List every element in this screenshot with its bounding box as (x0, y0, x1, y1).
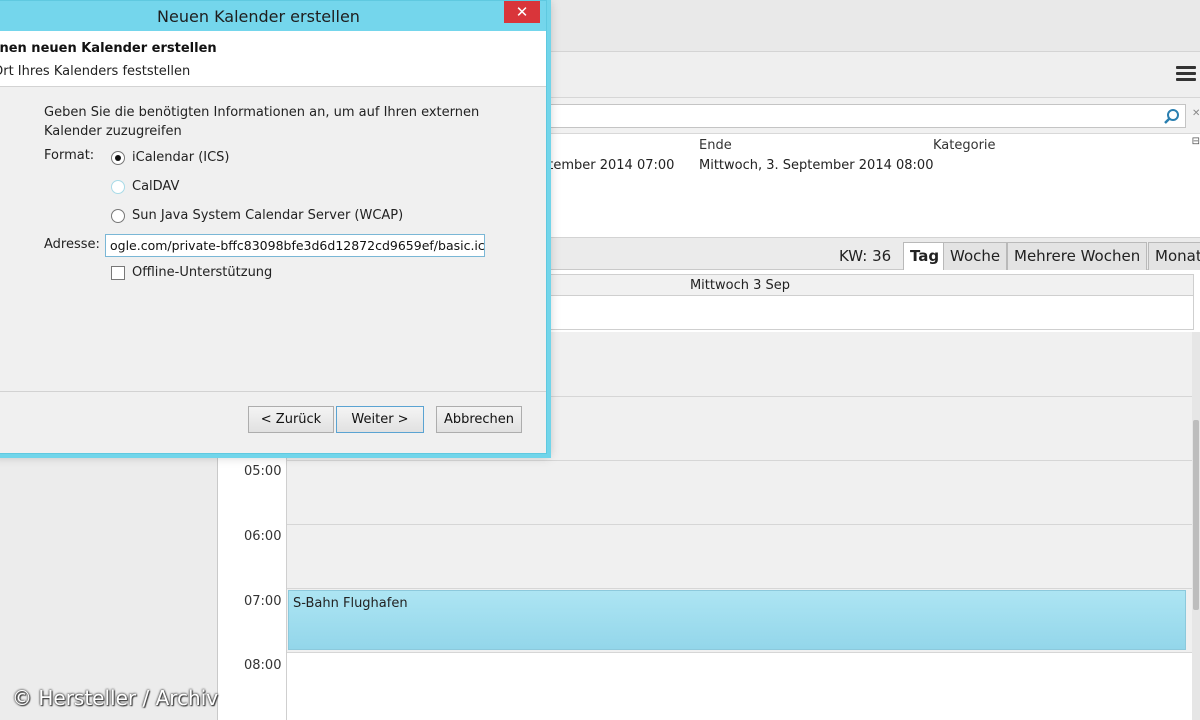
format-label: Format: (44, 148, 95, 163)
wizard-title: inen neuen Kalender erstellen (0, 41, 217, 56)
dialog-titlebar[interactable]: Neuen Kalender erstellen ✕ (0, 1, 546, 31)
hour-label: 05:00 (244, 464, 282, 479)
dialog-title: Neuen Kalender erstellen (157, 7, 360, 26)
event-title: S-Bahn Flughafen (293, 596, 408, 611)
divider (0, 391, 546, 392)
tab-month[interactable]: Monat (1148, 242, 1200, 270)
offline-checkbox[interactable] (111, 266, 125, 280)
week-number: KW: 36 (839, 247, 892, 265)
hour-divider (287, 460, 1195, 461)
radio-button-icon[interactable] (111, 209, 125, 223)
hour-divider (287, 588, 1195, 589)
address-input[interactable]: ogle.com/private-bffc83098bfe3d6d12872cd… (105, 234, 485, 257)
close-button[interactable]: ✕ (504, 1, 540, 23)
next-button[interactable]: Weiter > (336, 406, 424, 433)
hour-label: 06:00 (244, 529, 282, 544)
hour-divider (287, 652, 1195, 653)
cell-end: Mittwoch, 3. September 2014 08:00 (699, 158, 934, 173)
column-header-category[interactable]: Kategorie (933, 138, 996, 153)
back-button[interactable]: < Zurück (248, 406, 334, 433)
hour-divider (287, 524, 1195, 525)
cell-start: ptember 2014 07:00 (540, 158, 675, 173)
tab-week[interactable]: Woche (943, 242, 1008, 270)
radio-label: Sun Java System Calendar Server (WCAP) (132, 208, 404, 223)
column-header-end[interactable]: Ende (699, 138, 732, 153)
intro-text: Geben Sie die benötigten Informationen a… (44, 105, 480, 139)
radio-label: CalDAV (132, 179, 180, 194)
radio-button-icon[interactable] (111, 180, 125, 194)
radio-label: iCalendar (ICS) (132, 150, 230, 165)
hour-label: 07:00 (244, 594, 282, 609)
wizard-header: inen neuen Kalender erstellen Ort Ihres … (0, 31, 546, 87)
hour-label: 08:00 (244, 658, 282, 673)
search-input[interactable] (540, 104, 1186, 128)
scrollbar-thumb[interactable] (1193, 420, 1199, 610)
search-icon[interactable] (1163, 108, 1181, 126)
cancel-button[interactable]: Abbrechen (436, 406, 522, 433)
address-label: Adresse: (44, 237, 100, 252)
menu-icon[interactable] (1176, 66, 1196, 82)
clear-search-icon[interactable]: ✕ (1192, 108, 1200, 119)
column-picker-icon[interactable]: ⊟ (1192, 136, 1200, 147)
offline-label[interactable]: Offline-Unterstützung (132, 265, 272, 280)
watermark: © Hersteller / Archiv (12, 686, 219, 710)
tab-multiweek[interactable]: Mehrere Wochen (1007, 242, 1148, 270)
calendar-event[interactable]: S-Bahn Flughafen (288, 590, 1186, 650)
working-hours-area (287, 652, 1195, 720)
radio-button-icon[interactable] (111, 151, 125, 165)
tab-day[interactable]: Tag (903, 242, 947, 271)
new-calendar-dialog: Neuen Kalender erstellen ✕ inen neuen Ka… (0, 0, 547, 454)
wizard-subtitle: Ort Ihres Kalenders feststellen (0, 64, 191, 79)
